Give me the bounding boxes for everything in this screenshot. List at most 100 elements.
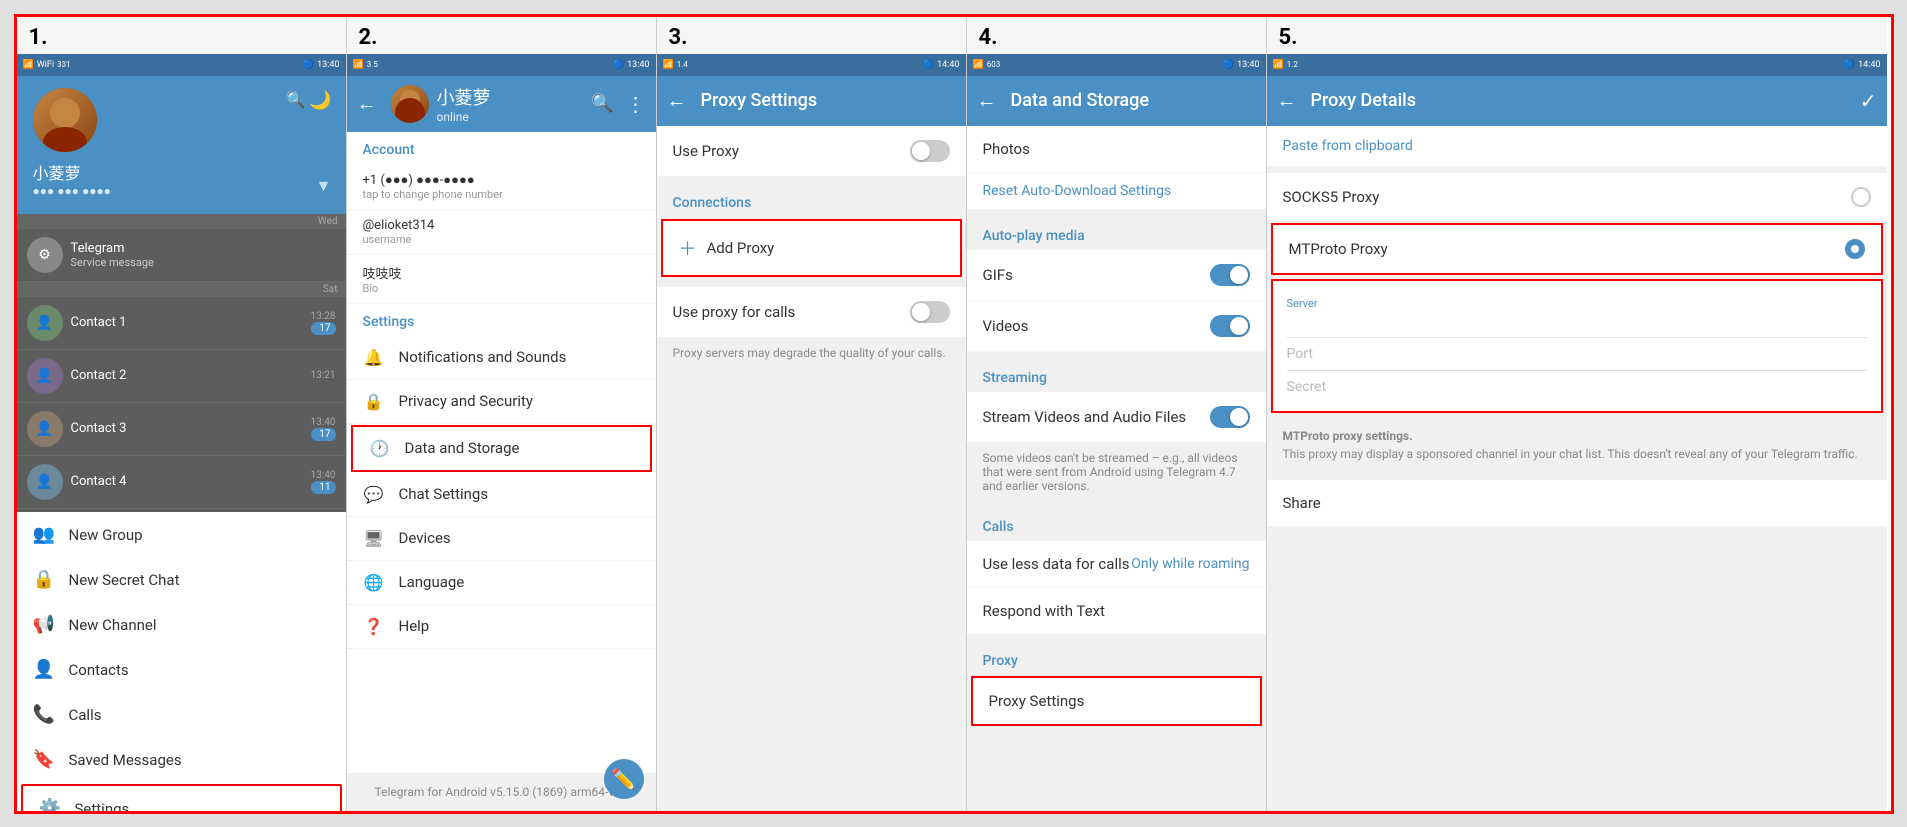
stream-videos-label: Stream Videos and Audio Files: [983, 408, 1187, 426]
avatar[interactable]: [33, 88, 97, 152]
chat-divider-sat: Sat: [17, 282, 346, 297]
proxy-details-content: Paste from clipboard SOCKS5 Proxy MTProt…: [1267, 126, 1887, 811]
settings-item-chat[interactable]: 💬 Chat Settings: [347, 473, 656, 517]
bluetooth-icon: 🔵: [303, 60, 314, 70]
use-proxy-calls-row[interactable]: Use proxy for calls: [657, 287, 966, 338]
account-section-label: Account: [347, 132, 656, 164]
lock-icon: 🔒: [33, 569, 55, 590]
sidebar-item-calls[interactable]: 📞 Calls: [17, 692, 346, 737]
dropdown-arrow-icon[interactable]: ▼: [316, 176, 332, 196]
back-button-4[interactable]: ←: [977, 88, 997, 113]
contact-icon: 👤: [33, 659, 55, 680]
settings-item-privacy[interactable]: 🔒 Privacy and Security: [347, 380, 656, 424]
autoplay-section: Auto-play media: [967, 218, 1266, 250]
gifs-toggle[interactable]: [1210, 264, 1250, 286]
settings-item-language[interactable]: 🌐 Language: [347, 561, 656, 605]
proxy-info-body: This proxy may display a sponsored chann…: [1283, 447, 1858, 461]
bio-row: 吱吱吱 Bio: [347, 255, 656, 304]
phone-sub: tap to change phone number: [363, 188, 640, 201]
list-item[interactable]: ⚙ Telegram Service message: [17, 229, 346, 282]
proxy-settings-label: Proxy Settings: [989, 692, 1085, 710]
socks5-proxy-row[interactable]: SOCKS5 Proxy: [1267, 173, 1887, 222]
sidebar-item-settings[interactable]: ⚙️ Settings: [21, 784, 342, 811]
proxy-settings-content: Use Proxy Connections ＋ Add Proxy Use pr…: [657, 126, 966, 811]
settings-item-notifications[interactable]: 🔔 Notifications and Sounds: [347, 336, 656, 380]
use-proxy-calls-toggle[interactable]: [910, 301, 950, 323]
status-bar-2: 📶3.5 🔵13:40: [347, 54, 656, 76]
stream-toggle[interactable]: [1210, 406, 1250, 428]
use-proxy-calls-label: Use proxy for calls: [673, 303, 796, 321]
server-field[interactable]: Server: [1287, 289, 1867, 338]
proxy-details-header: ← Proxy Details ✓: [1267, 76, 1887, 126]
add-proxy-button[interactable]: ＋ Add Proxy: [661, 219, 962, 277]
back-button-5[interactable]: ←: [1277, 88, 1297, 113]
list-item[interactable]: 👤 Contact 3 13:40 17: [17, 403, 346, 456]
back-button-3[interactable]: ←: [667, 88, 687, 113]
list-item[interactable]: 👤 Contact 4 13:40 11: [17, 456, 346, 509]
step-3-number: 3.: [657, 17, 966, 54]
step-1: 1. 📶 WiFi 331 🔵 13:40 🌙 🔍 小菱萝: [17, 17, 347, 811]
more-options-button[interactable]: ⋮: [626, 92, 646, 116]
profile-header: ← 小菱萝 online 🔍 ⋮: [347, 76, 656, 132]
settings-item-help[interactable]: ❓ Help: [347, 605, 656, 649]
megaphone-icon: 📢: [33, 614, 55, 635]
port-field[interactable]: Port: [1287, 338, 1867, 371]
reset-auto-download-button[interactable]: Reset Auto-Download Settings: [967, 173, 1266, 210]
back-button[interactable]: ←: [357, 91, 377, 116]
list-item[interactable]: 👤 Contact 1 13:28 17: [17, 297, 346, 350]
step-4-number: 4.: [967, 17, 1266, 54]
sidebar-item-new-group[interactable]: 👥 New Group: [17, 512, 346, 557]
status-bar-4: 📶603 🔵13:40: [967, 54, 1266, 76]
chat-avatar: 👤: [27, 358, 63, 394]
step2-content: Account +1 (●●●) ●●●-●●●● tap to change …: [347, 132, 656, 773]
search-icon[interactable]: 🔍: [286, 90, 306, 109]
use-proxy-toggle[interactable]: [910, 140, 950, 162]
settings-item-data-storage[interactable]: 🕐 Data and Storage: [351, 425, 652, 472]
header-avatar[interactable]: [391, 85, 429, 123]
sidebar-menu: 👥 New Group 🔒 New Secret Chat 📢 New Chan…: [17, 512, 346, 811]
sidebar-item-new-secret-chat[interactable]: 🔒 New Secret Chat: [17, 557, 346, 602]
secret-field[interactable]: Secret: [1287, 371, 1867, 403]
username: @elioket314: [363, 218, 640, 233]
sidebar-item-new-channel[interactable]: 📢 New Channel: [17, 602, 346, 647]
proxy-settings-row[interactable]: Proxy Settings: [971, 676, 1262, 726]
compose-button[interactable]: ✏️: [604, 759, 644, 799]
secret-placeholder: Secret: [1287, 379, 1867, 395]
status-bar-left-1: 📶 WiFi 331: [23, 60, 71, 70]
moon-icon[interactable]: 🌙: [309, 90, 331, 111]
notifications-icon: 🔔: [363, 348, 385, 367]
settings-item-devices[interactable]: 🖥 Devices: [347, 517, 656, 561]
videos-row[interactable]: Videos: [967, 301, 1266, 352]
sidebar-item-contacts[interactable]: 👤 Contacts: [17, 647, 346, 692]
respond-text-row[interactable]: Respond with Text: [967, 588, 1266, 635]
search-button[interactable]: 🔍: [591, 93, 613, 114]
streaming-section: Streaming: [967, 360, 1266, 392]
chat-divider-wed: Wed: [17, 214, 346, 229]
use-proxy-row[interactable]: Use Proxy: [657, 126, 966, 177]
confirm-button[interactable]: ✓: [1860, 89, 1877, 113]
help-icon: ❓: [363, 617, 385, 636]
stream-videos-row[interactable]: Stream Videos and Audio Files: [967, 392, 1266, 443]
mtproto-proxy-row[interactable]: MTProto Proxy: [1271, 223, 1883, 275]
videos-toggle[interactable]: [1210, 315, 1250, 337]
gifs-label: GIFs: [983, 266, 1013, 284]
username-row: @elioket314 username: [347, 210, 656, 255]
sidebar-item-saved-messages[interactable]: 🔖 Saved Messages: [17, 737, 346, 782]
settings-section-label: Settings: [347, 304, 656, 336]
mtproto-radio[interactable]: [1845, 239, 1865, 259]
step-4: 4. 📶603 🔵13:40 ← Data and Storage Photos…: [967, 17, 1267, 811]
paste-clipboard-button[interactable]: Paste from clipboard: [1267, 126, 1887, 167]
server-input[interactable]: [1287, 312, 1867, 328]
list-item[interactable]: 👤 Contact 2 13:21: [17, 350, 346, 403]
gifs-row[interactable]: GIFs: [967, 250, 1266, 301]
share-row[interactable]: Share: [1267, 479, 1887, 526]
profile-section: 🌙 🔍 小菱萝 ●●● ●●● ●●●● ▼: [17, 76, 346, 214]
photos-row[interactable]: Photos: [967, 126, 1266, 173]
signal-icon: 📶: [23, 60, 34, 70]
roaming-link[interactable]: Only while roaming: [1131, 556, 1249, 572]
socks5-radio[interactable]: [1851, 187, 1871, 207]
less-data-row[interactable]: Use less data for calls Only while roami…: [967, 541, 1266, 588]
privacy-icon: 🔒: [363, 392, 385, 411]
chat-icon: 💬: [363, 485, 385, 504]
proxy-info-title: MTProto proxy settings.: [1283, 429, 1413, 443]
